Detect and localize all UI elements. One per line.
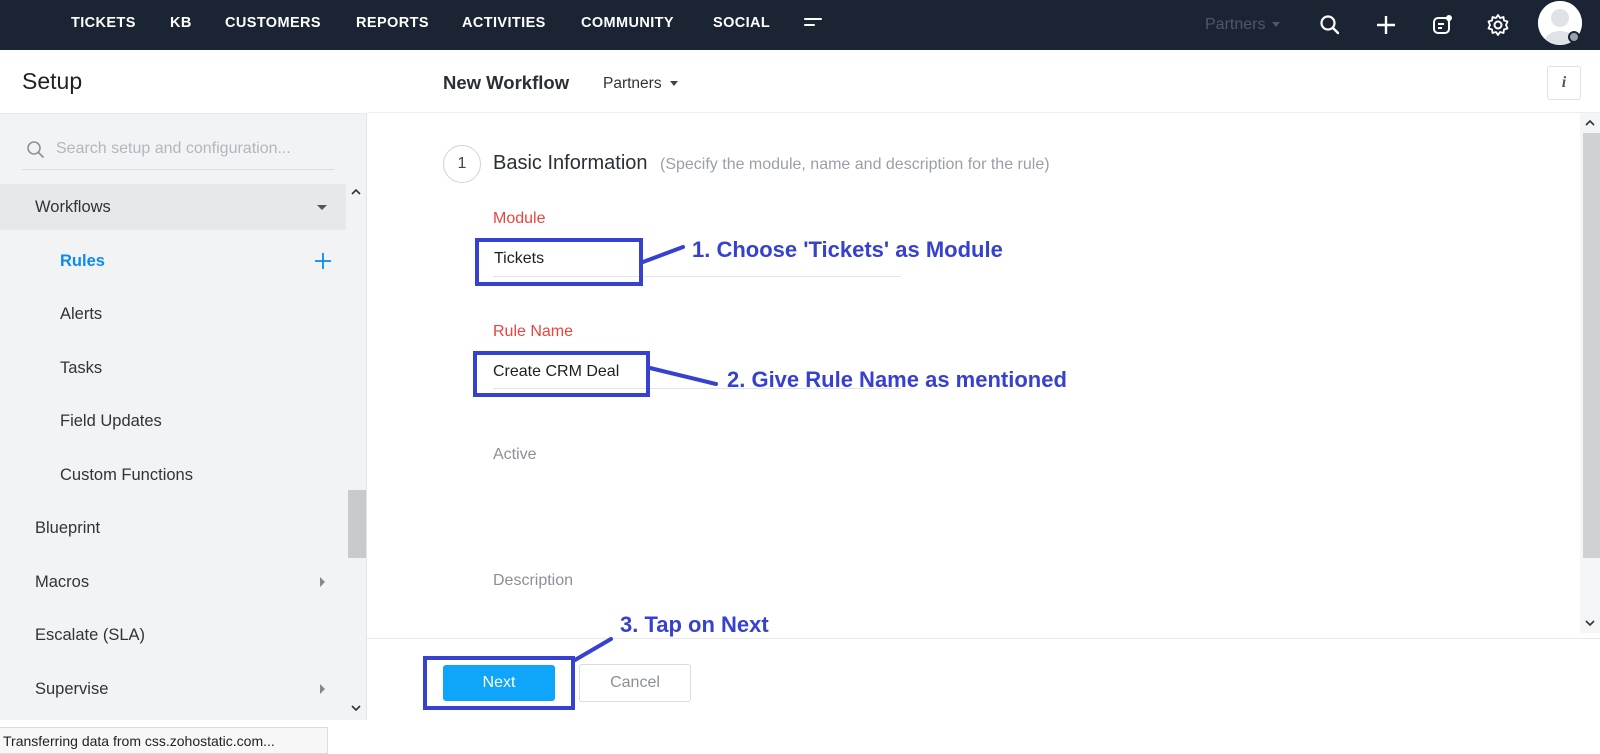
workflow-department-selector[interactable]: Partners <box>603 75 678 93</box>
top-navigation-bar: TICKETS KB CUSTOMERS REPORTS ACTIVITIES … <box>0 0 1600 50</box>
plus-icon[interactable] <box>1372 11 1400 39</box>
department-switcher[interactable]: Partners <box>1205 16 1281 34</box>
page-title: New Workflow <box>443 72 570 93</box>
sidebar-item-label: Macros <box>35 573 90 591</box>
sidebar-item-supervise[interactable]: Supervise <box>0 666 346 712</box>
search-icon <box>27 141 44 158</box>
nav-community[interactable]: COMMUNITY <box>581 15 674 31</box>
scroll-down-icon[interactable] <box>350 702 362 714</box>
sidebar-item-label: Workflows <box>35 198 111 216</box>
chevron-right-icon <box>320 684 325 694</box>
sidebar-scrollbar-thumb[interactable] <box>348 490 366 558</box>
main-header: New Workflow Partners i <box>367 50 1600 113</box>
more-menu-icon[interactable] <box>804 15 824 31</box>
sidebar-item-blueprint[interactable]: Blueprint <box>0 505 346 551</box>
setup-search-input[interactable] <box>56 136 332 162</box>
sidebar-item-tasks[interactable]: Tasks <box>0 345 346 391</box>
step-subtitle: (Specify the module, name and descriptio… <box>660 156 1050 173</box>
rule-name-label: Rule Name <box>493 323 574 340</box>
add-rule-icon[interactable] <box>313 251 333 271</box>
nav-tickets[interactable]: TICKETS <box>71 15 136 31</box>
sidebar-item-escalate-sla[interactable]: Escalate (SLA) <box>0 612 346 658</box>
sidebar-item-label: Escalate (SLA) <box>35 626 146 644</box>
setup-sidebar: Setup Workflows Rules Alerts Tasks Field… <box>0 50 367 720</box>
form-scrollbar[interactable] <box>1580 113 1600 633</box>
presence-status-icon <box>1568 31 1580 43</box>
info-button[interactable]: i <box>1547 66 1581 100</box>
sidebar-item-rules[interactable]: Rules <box>0 238 346 284</box>
nav-kb[interactable]: KB <box>170 15 192 31</box>
setup-search <box>22 128 334 170</box>
form-scrollbar-thumb[interactable] <box>1583 133 1600 558</box>
sidebar-item-label: Field Updates <box>60 412 162 430</box>
scroll-up-icon[interactable] <box>350 186 362 198</box>
sidebar-item-alerts[interactable]: Alerts <box>0 291 346 337</box>
annotation-box-module <box>475 238 643 286</box>
sidebar-item-label: Blueprint <box>35 519 101 537</box>
module-label: Module <box>493 210 546 227</box>
sidebar-item-label: Tasks <box>60 359 103 377</box>
nav-social[interactable]: SOCIAL <box>713 15 770 31</box>
chevron-down-icon <box>669 81 678 87</box>
description-label: Description <box>493 572 574 589</box>
sidebar-item-custom-functions[interactable]: Custom Functions <box>0 452 346 498</box>
annotation-box-rule-name <box>473 351 650 397</box>
sidebar-item-field-updates[interactable]: Field Updates <box>0 398 346 444</box>
chevron-down-icon <box>1272 22 1281 28</box>
department-name: Partners <box>1205 16 1266 33</box>
sidebar-item-label: Alerts <box>60 305 103 323</box>
annotation-box-next <box>423 656 575 710</box>
workflow-department-name: Partners <box>603 75 662 92</box>
sidebar-item-macros[interactable]: Macros <box>0 559 346 605</box>
step-title: Basic Information <box>493 152 648 174</box>
annotation-step-1: 1. Choose 'Tickets' as Module <box>692 237 1003 262</box>
scroll-up-icon[interactable] <box>1584 117 1596 129</box>
cancel-button[interactable]: Cancel <box>579 664 691 702</box>
annotation-step-2: 2. Give Rule Name as mentioned <box>727 367 1067 392</box>
chevron-right-icon <box>320 577 325 587</box>
sidebar-title: Setup <box>22 68 83 94</box>
app-root: TICKETS KB CUSTOMERS REPORTS ACTIVITIES … <box>0 0 1600 754</box>
scroll-down-icon[interactable] <box>1584 617 1596 629</box>
search-icon[interactable] <box>1316 11 1344 39</box>
nav-reports[interactable]: REPORTS <box>356 15 429 31</box>
sidebar-item-workflows[interactable]: Workflows <box>0 184 346 230</box>
sidebar-header: Setup <box>0 50 367 114</box>
sidebar-scrollbar[interactable] <box>346 180 366 715</box>
gear-icon[interactable] <box>1484 11 1512 39</box>
sidebar-item-label: Custom Functions <box>60 466 193 484</box>
sidebar-item-label: Supervise <box>35 680 109 698</box>
nav-customers[interactable]: CUSTOMERS <box>225 15 321 31</box>
step-number: 1 <box>443 145 481 183</box>
sidebar-item-label: Rules <box>60 252 105 270</box>
compose-icon[interactable] <box>1428 11 1456 39</box>
browser-status-bar: Transferring data from css.zohostatic.co… <box>0 727 328 754</box>
nav-activities[interactable]: ACTIVITIES <box>462 15 546 31</box>
annotation-step-3: 3. Tap on Next <box>620 612 769 637</box>
chevron-down-icon <box>317 205 327 210</box>
active-label: Active <box>493 446 537 463</box>
